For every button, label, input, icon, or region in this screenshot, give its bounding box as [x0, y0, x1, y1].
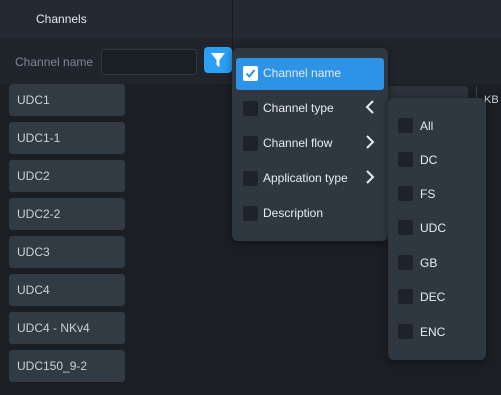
submenu-item-fs[interactable]: FS — [396, 182, 482, 208]
column-header-kb-label: KB — [484, 94, 499, 106]
submenu-item-all[interactable]: All — [396, 114, 482, 140]
channel-item[interactable]: UDC4 - NKv4 — [9, 312, 125, 344]
funnel-icon — [211, 53, 225, 67]
checkbox[interactable] — [398, 152, 413, 167]
page-title: Channels — [36, 12, 87, 26]
checkbox[interactable] — [398, 220, 413, 235]
channel-type-submenu: All DC FS UDC GB DEC ENC — [388, 98, 486, 360]
checkmark-icon — [245, 69, 256, 79]
menu-item-label: Channel type — [263, 101, 334, 115]
channels-header-left: Channels — [0, 0, 233, 38]
checkbox[interactable] — [398, 186, 413, 201]
chevron-left-icon[interactable] — [365, 100, 375, 114]
submenu-item-label: FS — [420, 187, 436, 201]
channel-item[interactable]: UDC4 — [9, 274, 125, 306]
filter-menu: Channel name Channel type Channel flow A… — [232, 48, 388, 241]
submenu-item-label: UDC — [420, 221, 446, 235]
filter-menu-item-channel-name[interactable]: Channel name — [236, 58, 384, 90]
filter-menu-item-description[interactable]: Description — [236, 198, 384, 230]
checkbox[interactable] — [398, 324, 413, 339]
submenu-item-gb[interactable]: GB — [396, 251, 482, 277]
channel-item[interactable]: UDC1-1 — [9, 122, 125, 154]
menu-item-label: Application type — [263, 171, 348, 185]
checkbox[interactable] — [243, 136, 258, 151]
filter-menu-item-application-type[interactable]: Application type — [236, 163, 384, 195]
chevron-right-icon[interactable] — [365, 135, 375, 149]
submenu-item-label: ENC — [420, 325, 446, 339]
filter-button[interactable] — [204, 47, 232, 73]
checkbox[interactable] — [398, 118, 413, 133]
checkbox[interactable] — [243, 101, 258, 116]
submenu-item-label: DC — [420, 153, 438, 167]
submenu-item-dc[interactable]: DC — [396, 148, 482, 174]
submenu-item-label: All — [420, 119, 434, 133]
channel-item[interactable]: UDC2-2 — [9, 198, 125, 230]
channel-item[interactable]: UDC3 — [9, 236, 125, 268]
submenu-item-label: GB — [420, 256, 438, 270]
filter-left: Channel name — [0, 38, 233, 84]
menu-item-label: Channel name — [263, 66, 342, 80]
checkbox-checked[interactable] — [243, 66, 258, 81]
channel-item[interactable]: UDC2 — [9, 160, 125, 192]
checkbox[interactable] — [243, 171, 258, 186]
channels-header: Channels — [0, 0, 501, 39]
checkbox[interactable] — [398, 255, 413, 270]
chevron-right-icon[interactable] — [365, 170, 375, 184]
menu-item-label: Description — [263, 206, 324, 220]
submenu-item-label: DEC — [420, 290, 446, 304]
channel-item[interactable]: UDC150_9-2 — [9, 350, 125, 382]
filter-menu-item-channel-type[interactable]: Channel type — [236, 93, 384, 125]
submenu-item-dec[interactable]: DEC — [396, 285, 482, 311]
channel-list: UDC1 UDC1-1 UDC2 UDC2-2 UDC3 UDC4 UDC4 -… — [0, 84, 232, 395]
checkbox[interactable] — [398, 289, 413, 304]
menu-item-label: Channel flow — [263, 136, 333, 150]
submenu-item-udc[interactable]: UDC — [396, 216, 482, 242]
channel-name-filter-label: Channel name — [15, 55, 94, 69]
submenu-item-enc[interactable]: ENC — [396, 320, 482, 346]
checkbox[interactable] — [243, 206, 258, 221]
channel-item[interactable]: UDC1 — [9, 84, 125, 116]
filter-menu-item-channel-flow[interactable]: Channel flow — [236, 128, 384, 160]
channel-name-filter-input[interactable] — [101, 49, 197, 75]
